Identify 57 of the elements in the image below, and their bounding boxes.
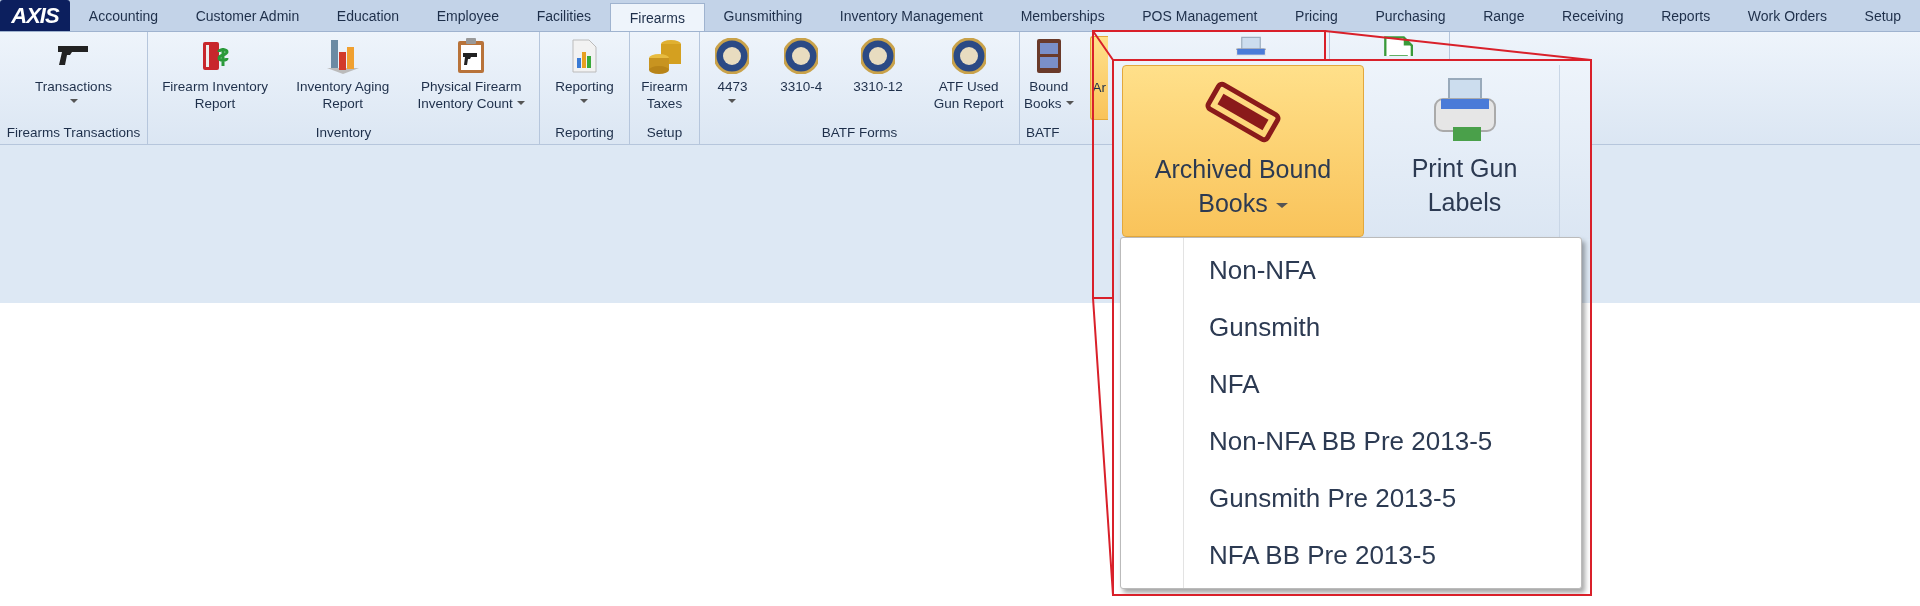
ribbon-tab[interactable]: Gunsmithing [704,0,821,31]
ribbon-tab[interactable]: Education [318,0,418,31]
ribbon-tab[interactable]: Inventory Management [821,0,1002,31]
seal-icon [715,38,750,74]
menu-item[interactable]: NFA BB Pre 2013-5 [1209,527,1436,584]
coins-icon [647,38,682,74]
ribbon-tab[interactable]: Customer Admin [176,0,318,31]
ribbon-tab[interactable]: Employee [417,0,518,31]
caret-icon [580,99,589,103]
ribbon-button[interactable]: Inventory Aging Report [292,36,394,120]
ribbon-tab[interactable]: Firearms [609,3,705,31]
ribbon-button[interactable]: Print Gun Labels [1370,65,1560,237]
seal-icon [861,38,896,74]
ribbon-tab[interactable]: Reports [1642,0,1729,31]
ribbon-tab[interactable]: Facilities [517,0,610,31]
caret-icon [69,99,78,103]
ribbon-tab[interactable]: Setup [1845,0,1920,31]
ribbon-button[interactable] [1382,36,1413,58]
caret-icon [516,100,525,105]
seal-icon [951,38,986,74]
ribbon-tab[interactable]: Work Orders [1729,0,1846,31]
ribbon-tab[interactable]: Receiving [1543,0,1643,31]
ribbon-button[interactable]: Physical Firearm Inventory Count [413,36,529,120]
menu-item[interactable]: Gunsmith Pre 2013-5 [1209,470,1457,527]
group-label: Reporting [554,124,615,142]
ribbon-button[interactable]: 4473 [711,36,754,120]
ribbon-tab[interactable]: Pricing [1276,0,1357,31]
ribbon-button[interactable]: Firearm Inventory Report [158,36,272,120]
caret-icon [1065,100,1074,105]
group-label: BATF [1025,124,1061,142]
caret-icon [1275,202,1288,208]
group-label: Firearms Transactions [5,124,142,142]
ribbon-button[interactable]: ATF Used Gun Report [929,36,1008,120]
bar-chart-icon [325,38,360,74]
menu-item[interactable]: Non-NFA [1209,242,1316,299]
ribbon-button[interactable]: Archived Bound Books [1122,65,1364,237]
ribbon-tab[interactable]: Range [1464,0,1544,31]
group-label: BATF Forms [820,124,899,142]
ribbon-tab[interactable]: Purchasing [1356,0,1465,31]
menu-item[interactable]: NFA [1209,356,1260,413]
caret-icon [728,99,737,103]
ribbon-button[interactable]: Bound Books [1020,36,1078,120]
ribbon-button[interactable]: Firearm Taxes [637,36,692,120]
ribbon-button[interactable]: 3310-12 [849,36,907,120]
group-label: Inventory [314,124,373,142]
app-logo[interactable]: AXIS [0,0,70,31]
ribbon-button[interactable]: 3310-4 [776,36,827,120]
ribbon-tab[interactable]: POS Management [1123,0,1277,31]
group-label: Setup [645,124,684,142]
spreadsheet-icon [1382,36,1413,56]
menu-item[interactable]: Non-NFA BB Pre 2013-5 [1209,413,1493,470]
ribbon-button[interactable]: Transactions [31,36,116,120]
ribbon-tab[interactable]: Accounting [70,0,177,31]
ribbon-button[interactable]: Reporting [551,36,618,120]
ribbon-tab[interactable]: Memberships [1001,0,1124,31]
menu-item[interactable]: Gunsmith [1209,299,1321,356]
seal-icon [784,38,819,74]
